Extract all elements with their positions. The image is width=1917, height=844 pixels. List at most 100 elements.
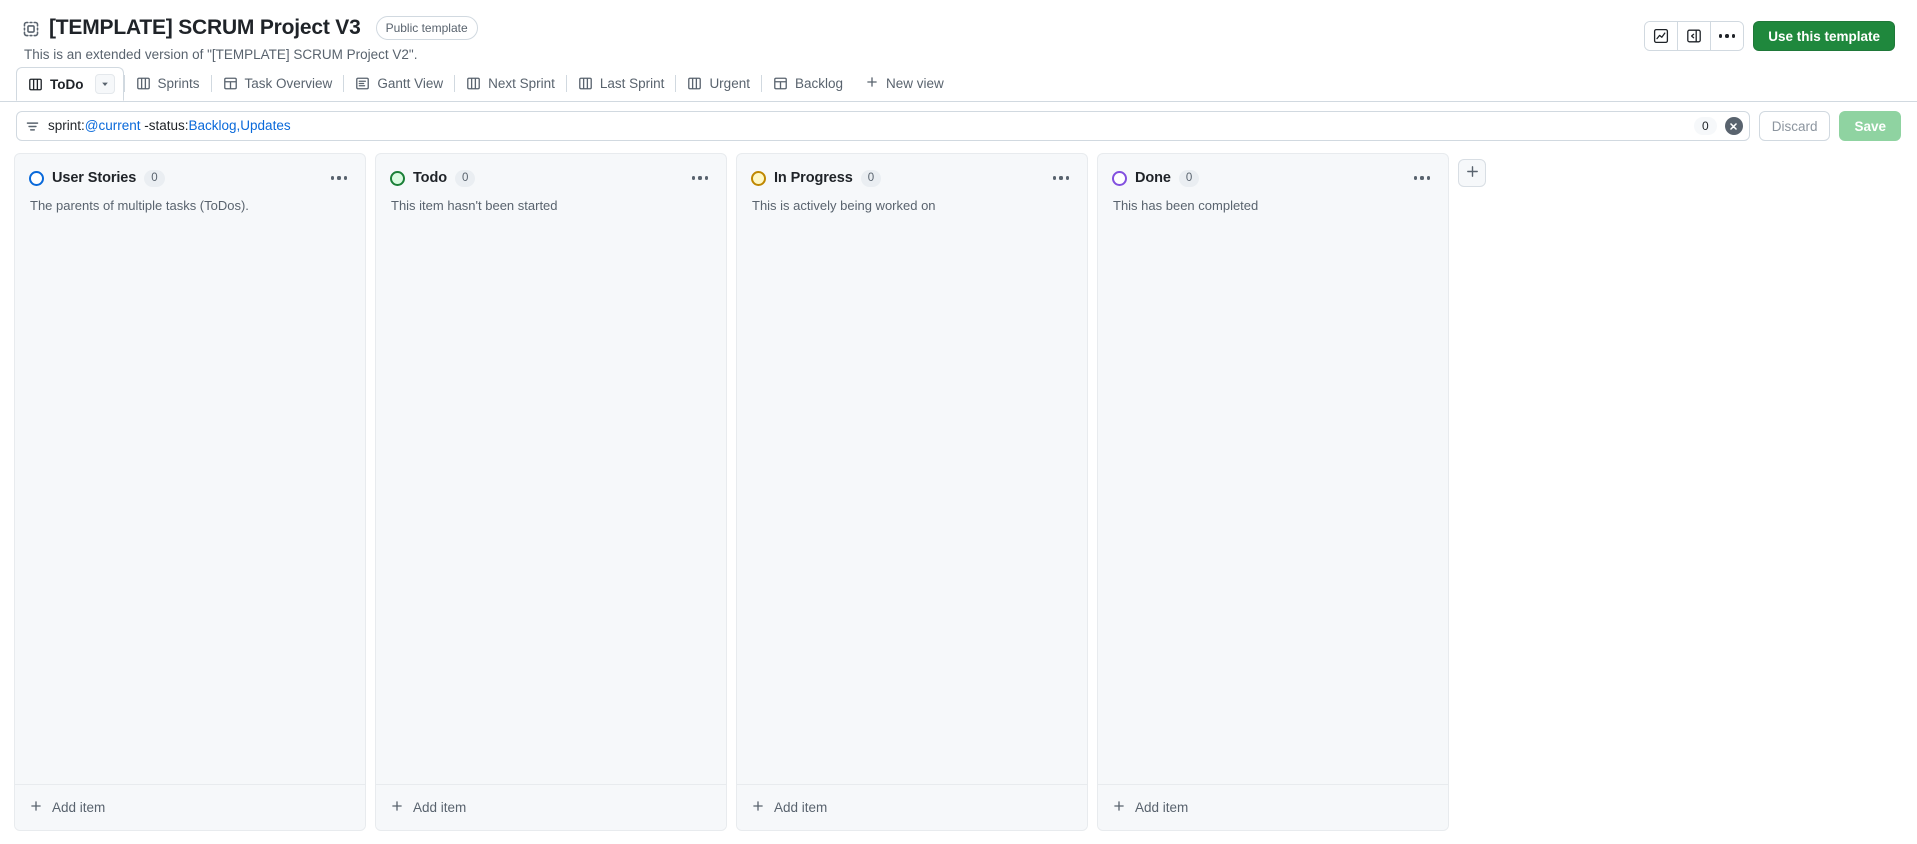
column-title-row: In Progress 0 [751, 167, 1073, 189]
column-menu-button[interactable] [688, 167, 712, 189]
board-column-todo: Todo 0 This item hasn't been started Add… [375, 153, 727, 831]
board-column-in-progress: In Progress 0 This is actively being wor… [736, 153, 1088, 831]
column-header: User Stories 0 The parents of multiple t… [15, 154, 365, 215]
public-template-badge: Public template [375, 16, 478, 40]
plus-icon [29, 799, 43, 816]
add-item-button[interactable]: Add item [376, 784, 726, 830]
header-actions: Use this template [1644, 21, 1895, 51]
table-view-icon [773, 76, 788, 91]
save-button[interactable]: Save [1839, 111, 1901, 141]
title-row: [TEMPLATE] SCRUM Project V3 Public templ… [22, 14, 1895, 42]
tab-label: Sprints [157, 76, 200, 91]
status-circle-icon [751, 170, 766, 186]
column-name: In Progress [774, 170, 853, 186]
column-cards-area[interactable] [376, 215, 726, 784]
project-description: This is an extended version of "[TEMPLAT… [24, 47, 418, 62]
tab-menu-chevron-down-icon[interactable] [94, 74, 115, 94]
board-column-user-stories: User Stories 0 The parents of multiple t… [14, 153, 366, 831]
column-title-row: User Stories 0 [29, 167, 351, 189]
column-header: Todo 0 This item hasn't been started [376, 154, 726, 215]
column-cards-area[interactable] [1098, 215, 1448, 784]
new-view-button[interactable]: New view [854, 69, 955, 98]
status-circle-icon [1112, 170, 1127, 186]
tab-label: Urgent [709, 76, 750, 91]
column-cards-area[interactable] [737, 215, 1087, 784]
toggle-sidebar-button[interactable] [1678, 22, 1712, 50]
tab-todo[interactable]: ToDo [16, 67, 124, 101]
tab-last-sprint[interactable]: Last Sprint [567, 69, 676, 98]
use-this-template-button[interactable]: Use this template [1753, 21, 1895, 51]
column-item-count: 0 [1178, 169, 1200, 187]
board-view-icon [466, 76, 481, 91]
insights-button[interactable] [1645, 22, 1679, 50]
tab-label: ToDo [50, 76, 84, 92]
project-board: User Stories 0 The parents of multiple t… [0, 149, 1917, 833]
filter-bar: sprint:@current -status:Backlog,Updates … [0, 102, 1917, 149]
tab-label: Backlog [794, 76, 843, 91]
page-title: [TEMPLATE] SCRUM Project V3 [49, 16, 361, 39]
board-view-icon [687, 76, 702, 91]
tab-backlog[interactable]: Backlog [762, 69, 854, 98]
add-item-label: Add item [52, 800, 106, 815]
filter-query-value-2: Backlog,Updates [188, 118, 291, 133]
discard-button[interactable]: Discard [1758, 111, 1831, 141]
filter-query-value-1: @current [84, 118, 141, 133]
tab-next-sprint[interactable]: Next Sprint [455, 69, 566, 98]
new-view-label: New view [886, 76, 944, 91]
tab-task-overview[interactable]: Task Overview [212, 69, 344, 98]
column-menu-button[interactable] [327, 167, 351, 189]
column-menu-button[interactable] [1410, 167, 1434, 189]
add-item-button[interactable]: Add item [1098, 784, 1448, 830]
add-item-button[interactable]: Add item [737, 784, 1087, 830]
add-column-button[interactable] [1458, 159, 1486, 187]
tab-label: Next Sprint [488, 76, 555, 91]
add-item-label: Add item [774, 800, 828, 815]
filter-input[interactable]: sprint:@current -status:Backlog,Updates … [16, 111, 1750, 141]
tab-label: Gantt View [377, 76, 444, 91]
plus-icon [1465, 164, 1480, 182]
plus-icon [1112, 799, 1126, 816]
template-project-icon [22, 18, 40, 38]
filter-result-count: 0 [1694, 117, 1717, 135]
column-item-count: 0 [144, 169, 165, 187]
column-menu-button[interactable] [1049, 167, 1073, 189]
column-name: User Stories [52, 170, 137, 186]
add-item-button[interactable]: Add item [15, 784, 365, 830]
filter-query-key-2: -status: [140, 118, 189, 133]
column-description: This has been completed [1113, 198, 1259, 213]
status-circle-icon [29, 170, 44, 186]
column-title-row: Todo 0 [390, 167, 712, 189]
clear-x-icon[interactable] [1724, 117, 1743, 135]
column-description: This item hasn't been started [391, 198, 558, 213]
column-item-count: 0 [860, 169, 882, 187]
status-circle-icon [390, 170, 405, 186]
plus-icon [390, 799, 404, 816]
plus-icon [751, 799, 765, 816]
column-description: The parents of multiple tasks (ToDos). [30, 198, 249, 213]
more-options-button[interactable] [1711, 22, 1744, 50]
line-chart-icon [1653, 28, 1669, 44]
tab-label: Task Overview [244, 76, 333, 91]
tab-sprints[interactable]: Sprints [125, 69, 211, 98]
board-view-icon [28, 77, 43, 92]
add-item-label: Add item [413, 800, 467, 815]
project-board-page: [TEMPLATE] SCRUM Project V3 Public templ… [0, 0, 1917, 844]
tab-label: Last Sprint [599, 76, 665, 91]
table-view-icon [223, 76, 238, 91]
column-header: In Progress 0 This is actively being wor… [737, 154, 1087, 215]
column-name: Done [1135, 170, 1171, 186]
column-title-row: Done 0 [1112, 167, 1434, 189]
plus-icon [865, 75, 879, 92]
kebab-menu-icon [1718, 34, 1736, 38]
column-description: This is actively being worked on [752, 198, 936, 213]
filter-query-key-1: sprint: [48, 118, 85, 133]
roadmap-view-icon [355, 76, 370, 91]
filter-icon [25, 119, 40, 134]
tab-gantt-view[interactable]: Gantt View [344, 69, 454, 98]
board-view-icon [136, 76, 151, 91]
column-cards-area[interactable] [15, 215, 365, 784]
tab-urgent[interactable]: Urgent [676, 69, 761, 98]
header-icon-button-group [1644, 21, 1745, 51]
view-tabbar: ToDo Sprints Task Overview Gantt View Ne… [0, 66, 1917, 102]
sidebar-expand-icon [1686, 28, 1702, 44]
